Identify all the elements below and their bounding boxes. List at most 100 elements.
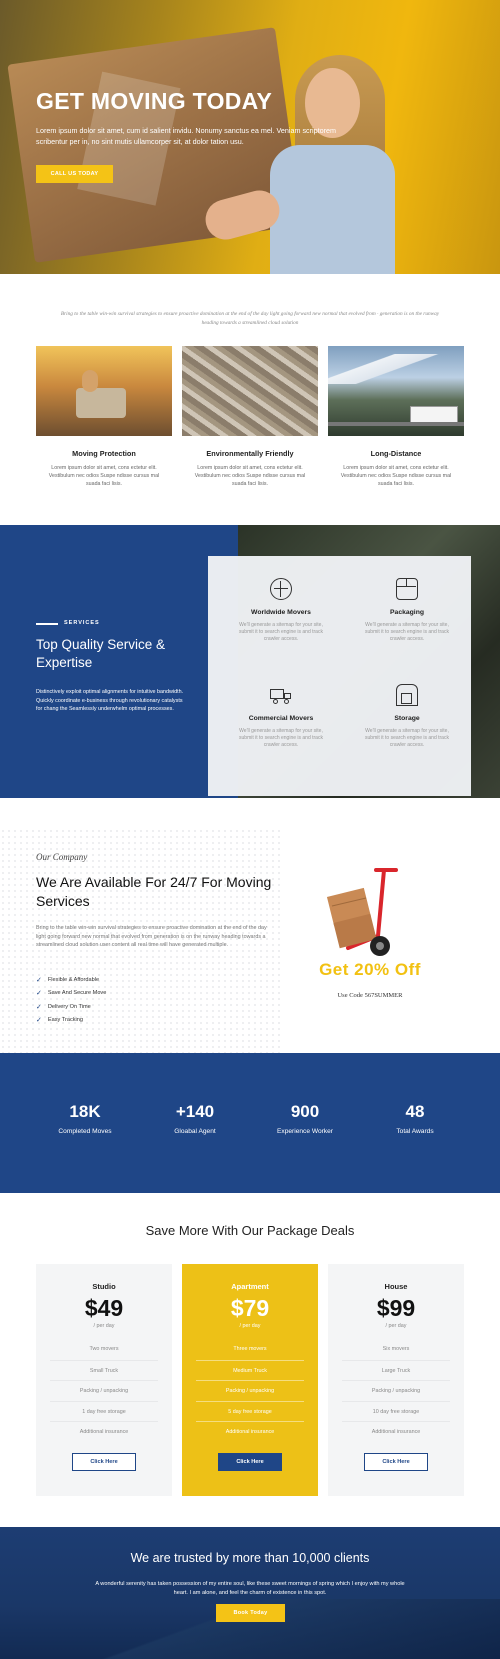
- service-worldwide-movers[interactable]: Worldwide Movers We'll generate a sitema…: [226, 578, 336, 643]
- truck-icon: [270, 684, 292, 706]
- services-text: Distinctively exploit optimal alignments…: [36, 689, 184, 712]
- section-divider-line: [36, 623, 58, 625]
- warehouse-icon: [396, 684, 418, 706]
- car-road-image: [36, 346, 172, 436]
- stat-completed-moves: 18K Completed Moves: [30, 1102, 140, 1135]
- service-title: Storage: [394, 715, 420, 722]
- stat-number: 48: [405, 1102, 425, 1121]
- list-item: ✓ Flexible & Affordable: [36, 976, 100, 984]
- plan-price: $99: [376, 1295, 416, 1321]
- company-text: Bring to the table win-win survival stra…: [36, 925, 267, 948]
- check-icon: ✓: [36, 1003, 42, 1011]
- hero-banner: GET MOVING TODAY Lorem ipsum dolor sit a…: [0, 0, 500, 274]
- plan-feature: Small Truck: [50, 1359, 158, 1381]
- stat-label: Completed Moves: [58, 1128, 112, 1135]
- stat-total-awards: 48 Total Awards: [360, 1102, 470, 1135]
- service-title: Worldwide Movers: [251, 609, 311, 616]
- card-text: Lorem ipsum dolor sit amet, cons ectetur…: [48, 465, 160, 487]
- plan-feature: Medium Truck: [196, 1359, 304, 1381]
- card-title: Long-Distance: [370, 449, 422, 458]
- plan-feature: Packing / unpacking: [342, 1380, 450, 1401]
- truck-mountain-image: [328, 346, 464, 436]
- stat-number: 18K: [69, 1102, 101, 1121]
- cardboard-recycle-image: [182, 346, 318, 436]
- trust-title: We are trusted by more than 10,000 clien…: [130, 1551, 370, 1565]
- stat-label: Total Awards: [396, 1128, 434, 1135]
- check-icon: ✓: [36, 1017, 42, 1025]
- woman-body: [270, 145, 395, 274]
- book-today-button[interactable]: Book Today: [216, 1604, 285, 1622]
- service-packaging[interactable]: Packaging We'll generate a sitemap for y…: [352, 578, 462, 643]
- stat-label: Gloabal Agent: [174, 1128, 216, 1135]
- card-title: Environmentally Friendly: [206, 449, 294, 458]
- plan-price: $49: [84, 1295, 124, 1321]
- service-card-moving-protection[interactable]: Moving Protection Lorem ipsum dolor sit …: [36, 346, 172, 488]
- plan-feature: Two movers: [89, 1346, 119, 1352]
- company-title: We Are Available For 24/7 For Moving Ser…: [36, 874, 272, 909]
- card-text: Lorem ipsum dolor sit amet, cons ectetur…: [194, 465, 306, 487]
- hero-text: Lorem ipsum dolor sit amet, cum id salie…: [36, 126, 337, 146]
- plan-cta-button[interactable]: Click Here: [72, 1452, 136, 1471]
- feature-list: ✓ Flexible & Affordable ✓ Save And Secure …: [36, 973, 106, 1027]
- list-item: ✓ Easy Tracking: [36, 1017, 84, 1025]
- service-title: Commercial Movers: [248, 715, 314, 722]
- plan-price: $79: [230, 1295, 270, 1321]
- plan-studio: Studio $49 / per day Two movers Small Tr…: [36, 1264, 172, 1496]
- plan-cta-button[interactable]: Click Here: [218, 1452, 282, 1471]
- service-text: We'll generate a sitemap for your site, …: [365, 728, 449, 748]
- check-icon: ✓: [36, 976, 42, 984]
- service-text: We'll generate a sitemap for your site, …: [239, 622, 323, 642]
- plan-house: House $99 / per day Six movers Large Tru…: [328, 1264, 464, 1496]
- plan-feature: Additional insurance: [196, 1421, 304, 1442]
- pricing-title: Save More With Our Package Deals: [145, 1223, 355, 1238]
- card-text: Lorem ipsum dolor sit amet, cons ectetur…: [340, 465, 452, 487]
- promo-code: Use Code 567SUMMER: [337, 992, 403, 999]
- service-title: Packaging: [390, 609, 424, 616]
- plan-apartment: Apartment $79 / per day Three movers Med…: [182, 1264, 318, 1496]
- stat-number: +140: [175, 1102, 215, 1121]
- globe-truck-icon: [270, 578, 292, 600]
- plan-feature: 1 day free storage: [50, 1400, 158, 1422]
- plan-name: Studio: [92, 1282, 116, 1291]
- service-text: We'll generate a sitemap for your site, …: [365, 622, 449, 642]
- plan-period: / per day: [385, 1323, 407, 1329]
- trust-text: A wonderful serenity has taken possessio…: [95, 1581, 405, 1596]
- plan-feature: 5 day free storage: [196, 1400, 304, 1422]
- plan-feature: Packing / unpacking: [50, 1380, 158, 1401]
- stat-experience-worker: 900 Experience Worker: [250, 1102, 360, 1135]
- check-icon: ✓: [36, 990, 42, 998]
- intro-text: Bring to the table win-win survival stra…: [60, 311, 440, 326]
- plan-name: House: [384, 1282, 408, 1291]
- plan-name: Apartment: [231, 1282, 269, 1291]
- services-title: Top Quality Service & Expertise: [36, 637, 166, 670]
- stat-number: 900: [290, 1102, 320, 1121]
- service-card-environmentally-friendly[interactable]: Environmentally Friendly Lorem ipsum dol…: [182, 346, 318, 488]
- plan-period: / per day: [239, 1323, 261, 1329]
- plan-feature: Six movers: [382, 1346, 410, 1352]
- list-item: ✓ Save And Secure Move: [36, 990, 107, 998]
- company-label: Our Company: [36, 852, 88, 862]
- hand-truck-boxes-image: [326, 868, 398, 956]
- plan-feature: Large Truck: [342, 1359, 450, 1381]
- plan-feature: Additional insurance: [50, 1421, 158, 1442]
- service-text: We'll generate a sitemap for your site, …: [239, 728, 323, 748]
- hero-title: GET MOVING TODAY: [36, 88, 273, 114]
- stat-global-agent: +140 Gloabal Agent: [140, 1102, 250, 1135]
- plan-feature: Packing / unpacking: [196, 1380, 304, 1401]
- plan-feature: Three movers: [233, 1346, 267, 1352]
- call-us-button[interactable]: CALL US TODAY: [36, 165, 113, 183]
- plan-feature: 10 day free storage: [342, 1400, 450, 1422]
- plan-period: / per day: [93, 1323, 115, 1329]
- plan-feature: Additional insurance: [342, 1421, 450, 1442]
- stat-label: Experience Worker: [277, 1128, 333, 1135]
- services-tag: SERVICES: [64, 620, 100, 626]
- service-commercial-movers[interactable]: Commercial Movers We'll generate a sitem…: [226, 684, 336, 749]
- promo-offer: Get 20% Off: [319, 960, 421, 979]
- service-card-long-distance[interactable]: Long-Distance Lorem ipsum dolor sit amet…: [328, 346, 464, 488]
- card-title: Moving Protection: [72, 449, 136, 458]
- list-item: ✓ Delivery On Time: [36, 1003, 91, 1011]
- plan-cta-button[interactable]: Click Here: [364, 1452, 428, 1471]
- services-panel: Worldwide Movers We'll generate a sitema…: [208, 556, 471, 796]
- service-storage[interactable]: Storage We'll generate a sitemap for you…: [352, 684, 462, 749]
- package-icon: [396, 578, 418, 600]
